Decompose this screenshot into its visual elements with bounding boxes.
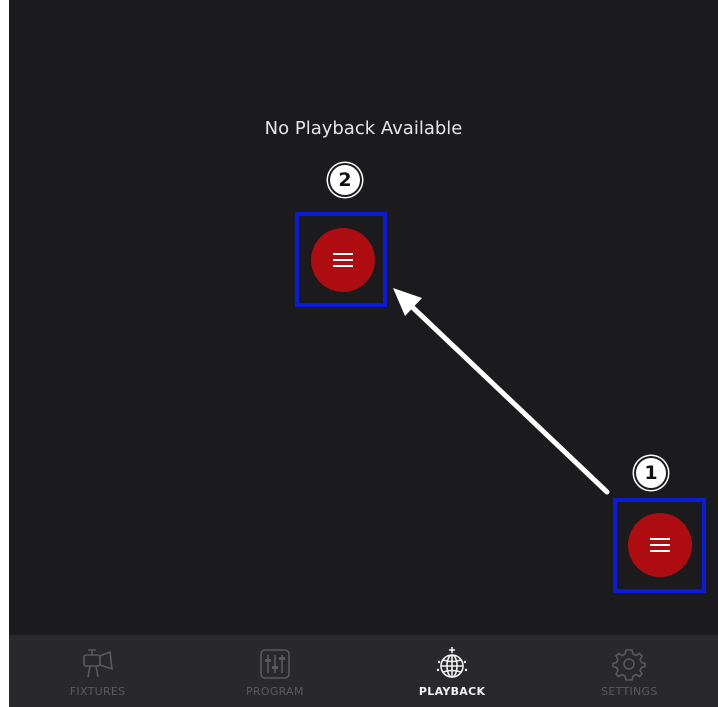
- faders-icon: [260, 649, 290, 679]
- fixture-spotlight-icon: [82, 649, 113, 678]
- nav-item-fixtures[interactable]: FIXTURES: [9, 635, 186, 707]
- step-1-marker: 1: [636, 458, 666, 488]
- app-screen: No Playback Available 2 1 FIXTURES PROGR…: [9, 0, 718, 707]
- nav-label-program: PROGRAM: [245, 685, 304, 698]
- drag-arrow: [393, 288, 610, 495]
- nav-item-settings[interactable]: SETTINGS: [541, 635, 718, 707]
- nav-label-fixtures: FIXTURES: [69, 685, 126, 698]
- gear-icon: [612, 649, 647, 681]
- nav-item-program[interactable]: PROGRAM: [186, 635, 363, 707]
- bottom-navigation: FIXTURES PROGRAM PLAYBACK SETTINGS: [9, 635, 718, 707]
- nav-label-playback: PLAYBACK: [418, 685, 486, 698]
- menu-icon: [650, 538, 670, 552]
- menu-button-original[interactable]: [628, 513, 692, 577]
- disco-ball-icon: [436, 647, 468, 678]
- nav-item-playback[interactable]: PLAYBACK: [364, 635, 541, 707]
- nav-label-settings: SETTINGS: [601, 685, 658, 698]
